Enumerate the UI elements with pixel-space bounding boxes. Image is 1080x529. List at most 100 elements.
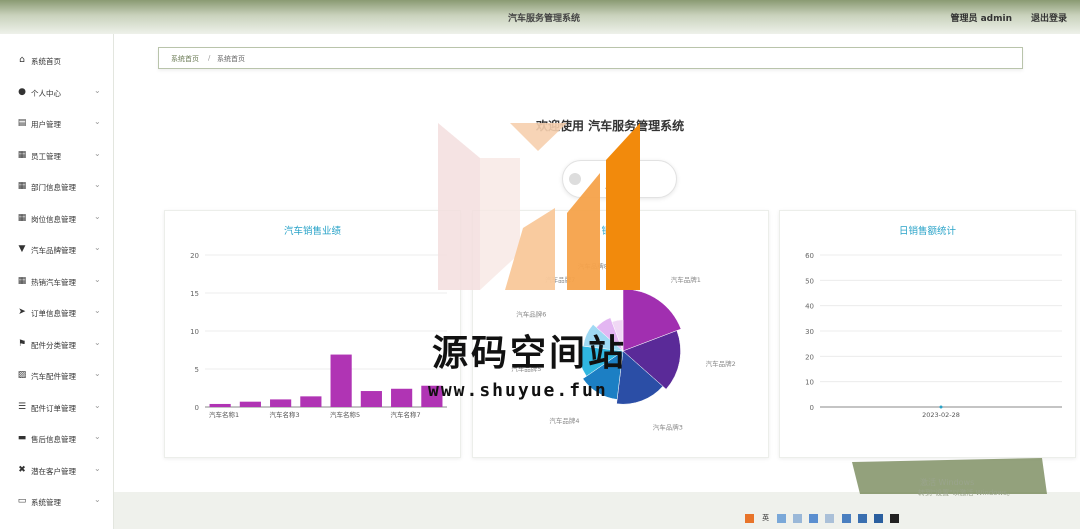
- sidebar-item-5[interactable]: ▦ 岗位信息管理 ⌄: [0, 208, 114, 230]
- x-tick-label: 汽车名称1: [209, 410, 239, 419]
- sidebar-item-label: 热销汽车管理: [31, 277, 76, 287]
- y-tick-label: 15: [190, 290, 199, 298]
- y-tick-label: 10: [190, 328, 199, 336]
- y-tick-label: 20: [805, 353, 814, 361]
- bar-汽车名称1: [209, 403, 231, 407]
- grid-icon: ▦: [17, 275, 27, 286]
- sidebar-item-3[interactable]: ▦ 员工管理 ⌄: [0, 145, 114, 167]
- chevron-down-icon: ⌄: [94, 274, 101, 284]
- order-total-label: 订单总数: [605, 185, 637, 194]
- current-user: 管理员 admin: [950, 14, 1012, 24]
- watermark-text: 源码空间站: [432, 333, 628, 374]
- stat-dot-icon: [569, 173, 581, 185]
- sidebar-item-0[interactable]: ⌂ 系统首页: [0, 50, 114, 72]
- grid-icon: ▦: [17, 212, 27, 223]
- bar-汽车名称6: [360, 391, 382, 407]
- y-tick-label: 0: [195, 404, 199, 412]
- tray-app-icon[interactable]: [745, 514, 754, 523]
- chevron-down-icon: ⌄: [94, 306, 101, 315]
- activation-line-2: 转到"设置"以激活 Windows。: [918, 489, 1014, 497]
- y-tick-label: 20: [190, 252, 199, 260]
- chevron-down-icon: ⌄: [94, 337, 101, 347]
- sidebar-item-14[interactable]: ▭ 系统管理 ⌄: [0, 491, 114, 513]
- sidebar-item-13[interactable]: ✖ 潜在客户管理 ⌄: [0, 460, 114, 482]
- sidebar-item-12[interactable]: ▬ 售后信息管理 ⌄: [0, 428, 114, 450]
- tray-ime-label[interactable]: 英: [761, 514, 770, 523]
- bar-汽车名称4: [300, 396, 322, 407]
- chevron-down-icon: ⌄: [94, 243, 101, 252]
- order-total-stat[interactable]: 订单总数: [562, 160, 677, 198]
- sidebar-item-label: 系统首页: [31, 57, 61, 66]
- x-tick-label: 汽车名称7: [391, 410, 421, 419]
- sidebar: ⌂ 系统首页 ● 个人中心 ⌄ ▤ 用户管理 ⌄ ▦ 员工管理 ⌄ ▦ 部门信息管理 ⌄ ▦ 岗位信息管理 ⌄ ▼…: [0, 34, 114, 529]
- tray-network-icon[interactable]: [777, 514, 787, 523]
- logout-button[interactable]: 退出登录: [1031, 11, 1067, 24]
- y-tick-label: 0: [810, 404, 814, 412]
- tools-icon: ✖: [18, 464, 26, 475]
- bar-汽车名称7: [391, 388, 413, 407]
- sales-performance-card: 汽车销售业绩 0 5 10 15 20 汽车名称1 汽车名称3 汽车名称5 汽车名称7: [164, 210, 461, 458]
- chart-icon: ▨: [17, 370, 27, 380]
- daily-sales-card: 日销售额统计 0 10 20 30 40 50 60 2023-02-28: [779, 210, 1076, 458]
- system-tray: 英: [745, 514, 901, 526]
- list-icon: ☰: [17, 401, 27, 412]
- pie-label: 汽车品牌4: [549, 416, 579, 425]
- y-tick-label: 50: [805, 277, 814, 285]
- sidebar-item-6[interactable]: ▼ 汽车品牌管理 ⌄: [0, 239, 114, 261]
- monitor-icon: ▭: [17, 496, 27, 506]
- chevron-down-icon: ⌄: [94, 369, 101, 378]
- x-tick-label: 汽车名称3: [270, 410, 300, 419]
- tray-user-icon[interactable]: [825, 514, 835, 523]
- sidebar-item-label: 配件订单管理: [31, 403, 76, 413]
- sales-bar-chart: 0 5 10 15 20 汽车名称1 汽车名称3 汽车名称5 汽车名称7: [190, 252, 447, 419]
- windows-activation-notice: 激活 Windows 转到"设置"以激活 Windows。: [852, 458, 1047, 497]
- sidebar-item-10[interactable]: ▨ 汽车配件管理 ⌄: [0, 365, 114, 387]
- grid-icon: ▦: [17, 181, 27, 191]
- y-tick-label: 40: [805, 303, 814, 311]
- x-tick-label: 汽车名称5: [330, 410, 360, 419]
- sidebar-item-11[interactable]: ☰ 配件订单管理 ⌄: [0, 397, 114, 419]
- sidebar-item-label: 潜在客户管理: [31, 466, 76, 476]
- pie-label: 汽车品牌8: [578, 261, 608, 270]
- sidebar-item-2[interactable]: ▤ 用户管理 ⌄: [0, 113, 114, 135]
- sidebar-item-7[interactable]: ▦ 热销汽车管理 ⌄: [0, 271, 114, 293]
- chevron-down-icon: ⌄: [94, 180, 101, 189]
- sidebar-item-label: 用户管理: [31, 120, 61, 129]
- breadcrumb-current: 系统首页: [217, 55, 245, 63]
- flag-icon: ⚑: [17, 338, 27, 349]
- sidebar-item-label: 售后信息管理: [31, 435, 76, 444]
- sidebar-item-label: 个人中心: [31, 88, 61, 98]
- breadcrumb: 系统首页 / 系统首页: [158, 47, 1023, 69]
- bar-汽车名称3: [270, 399, 292, 407]
- breadcrumb-home-link[interactable]: 系统首页: [171, 54, 199, 64]
- shield-icon: ▼: [18, 244, 26, 254]
- y-tick-label: 30: [805, 328, 814, 336]
- top-bar: 汽车服务管理系统 管理员 admin 退出登录: [0, 0, 1080, 34]
- chevron-down-icon: ⌄: [94, 400, 101, 410]
- tray-settings-icon[interactable]: [841, 514, 851, 523]
- activation-line-1: 激活 Windows: [920, 478, 975, 487]
- pie-label: 汽车品牌6: [516, 310, 546, 319]
- sidebar-item-label: 员工管理: [31, 151, 61, 161]
- tray-tiktok-icon[interactable]: [889, 514, 899, 523]
- tray-volume-icon[interactable]: [793, 514, 803, 523]
- tray-shirt-icon[interactable]: [857, 514, 867, 523]
- pie-label: 汽车品牌1: [671, 275, 701, 284]
- line-point: [939, 405, 943, 409]
- sidebar-item-4[interactable]: ▦ 部门信息管理 ⌄: [0, 176, 114, 198]
- pie-label: 汽车品牌7: [545, 275, 575, 284]
- sidebar-item-8[interactable]: ➤ 订单信息管理 ⌄: [0, 302, 114, 324]
- sidebar-item-label: 部门信息管理: [31, 183, 76, 192]
- y-tick-label: 60: [805, 252, 814, 260]
- user-icon: ●: [18, 86, 26, 97]
- tray-gear-icon[interactable]: [873, 514, 883, 523]
- pie-label: 汽车品牌3: [653, 423, 683, 432]
- chevron-down-icon: ⌄: [94, 148, 101, 158]
- y-tick-label: 5: [195, 366, 199, 374]
- sidebar-item-1[interactable]: ● 个人中心 ⌄: [0, 82, 114, 104]
- x-tick-label: 2023-02-28: [922, 411, 960, 419]
- sidebar-item-9[interactable]: ⚑ 配件分类管理 ⌄: [0, 334, 114, 356]
- welcome-heading: 欢迎使用 汽车服务管理系统: [536, 119, 685, 133]
- tray-keyboard-icon[interactable]: [809, 514, 819, 523]
- daily-line-chart: 0 10 20 30 40 50 60 2023-02-28: [805, 252, 1062, 419]
